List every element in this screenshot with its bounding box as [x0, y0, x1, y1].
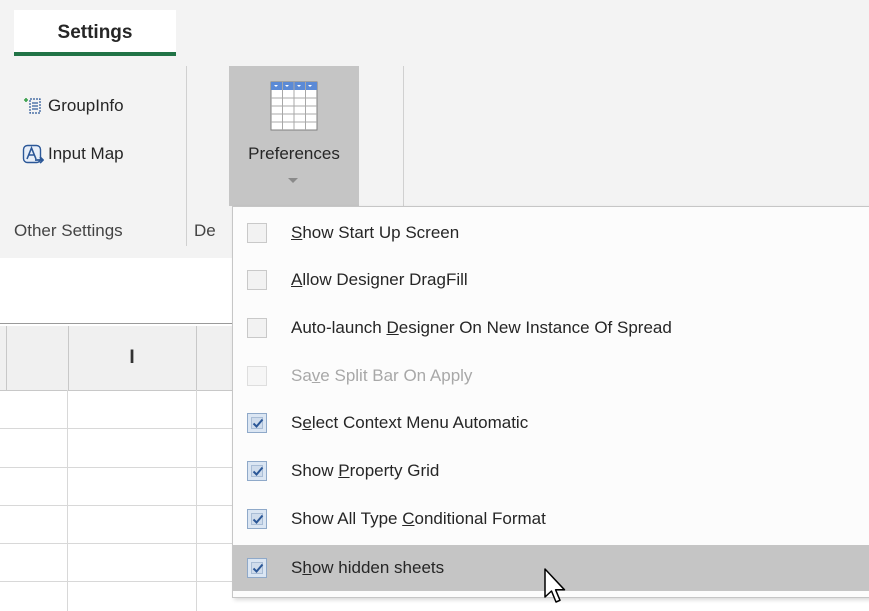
grid-line: [67, 390, 68, 611]
other-settings-group-label: Other Settings: [14, 221, 123, 240]
menu-item-auto-launch-designer[interactable]: Auto-launch Designer On New Instance Of …: [233, 305, 869, 351]
menu-item-show-all-type-conditional-format[interactable]: Show All Type Conditional Format: [233, 496, 869, 542]
group-separator: [186, 66, 187, 246]
group-info-button[interactable]: GroupInfo: [22, 96, 124, 116]
preferences-button[interactable]: Preferences: [229, 66, 359, 206]
preferences-dropdown-menu: Show Start Up Screen Allow Designer Drag…: [232, 206, 869, 598]
menu-item-label: Auto-launch Designer On New Instance Of …: [291, 318, 672, 337]
menu-item-label: Show hidden sheets: [291, 558, 445, 577]
checkmark-icon: [252, 563, 264, 573]
formula-bar-divider: [0, 323, 240, 324]
grid-table-icon: [265, 76, 323, 136]
menu-item-label: Allow Designer DragFill: [291, 270, 468, 289]
grid-line: [196, 390, 197, 611]
checkbox-checked[interactable]: [247, 413, 267, 433]
checkbox: [247, 366, 267, 386]
tab-settings[interactable]: Settings: [14, 10, 176, 56]
checkbox-checked[interactable]: [247, 558, 267, 578]
input-map-label: Input Map: [48, 144, 124, 163]
checkbox[interactable]: [247, 318, 267, 338]
group-info-icon: [22, 96, 42, 116]
menu-item-show-start-up-screen[interactable]: Show Start Up Screen: [233, 210, 869, 256]
input-map-icon: [22, 144, 45, 164]
group-info-label: GroupInfo: [48, 96, 124, 115]
input-map-button[interactable]: Input Map: [22, 144, 124, 164]
checkbox-checked[interactable]: [247, 461, 267, 481]
group-separator: [403, 66, 404, 206]
checkmark-icon: [252, 466, 264, 476]
designer-group-label: De: [194, 221, 216, 240]
menu-item-allow-designer-dragfill[interactable]: Allow Designer DragFill: [233, 257, 869, 303]
menu-item-label: Show Property Grid: [291, 461, 440, 480]
checkbox-checked[interactable]: [247, 509, 267, 529]
menu-item-show-property-grid[interactable]: Show Property Grid: [233, 448, 869, 494]
menu-item-label: Select Context Menu Automatic: [291, 413, 529, 432]
menu-item-label: Show Start Up Screen: [291, 223, 460, 242]
menu-item-label: Show All Type Conditional Format: [291, 509, 546, 528]
mouse-pointer-icon: [544, 568, 566, 603]
checkbox[interactable]: [247, 223, 267, 243]
tab-settings-label: Settings: [57, 22, 133, 43]
column-header-blank[interactable]: [6, 326, 69, 390]
column-header-i[interactable]: I: [68, 326, 197, 390]
preferences-label: Preferences: [248, 144, 340, 163]
menu-item-save-split-bar: Save Split Bar On Apply: [233, 353, 869, 399]
menu-item-select-context-menu-automatic[interactable]: Select Context Menu Automatic: [233, 400, 869, 446]
checkbox[interactable]: [247, 270, 267, 290]
checkmark-icon: [252, 514, 264, 524]
checkmark-icon: [252, 418, 264, 428]
chevron-down-icon[interactable]: [288, 178, 298, 183]
menu-item-label: Save Split Bar On Apply: [291, 366, 473, 385]
active-tab-indicator: [14, 52, 176, 56]
